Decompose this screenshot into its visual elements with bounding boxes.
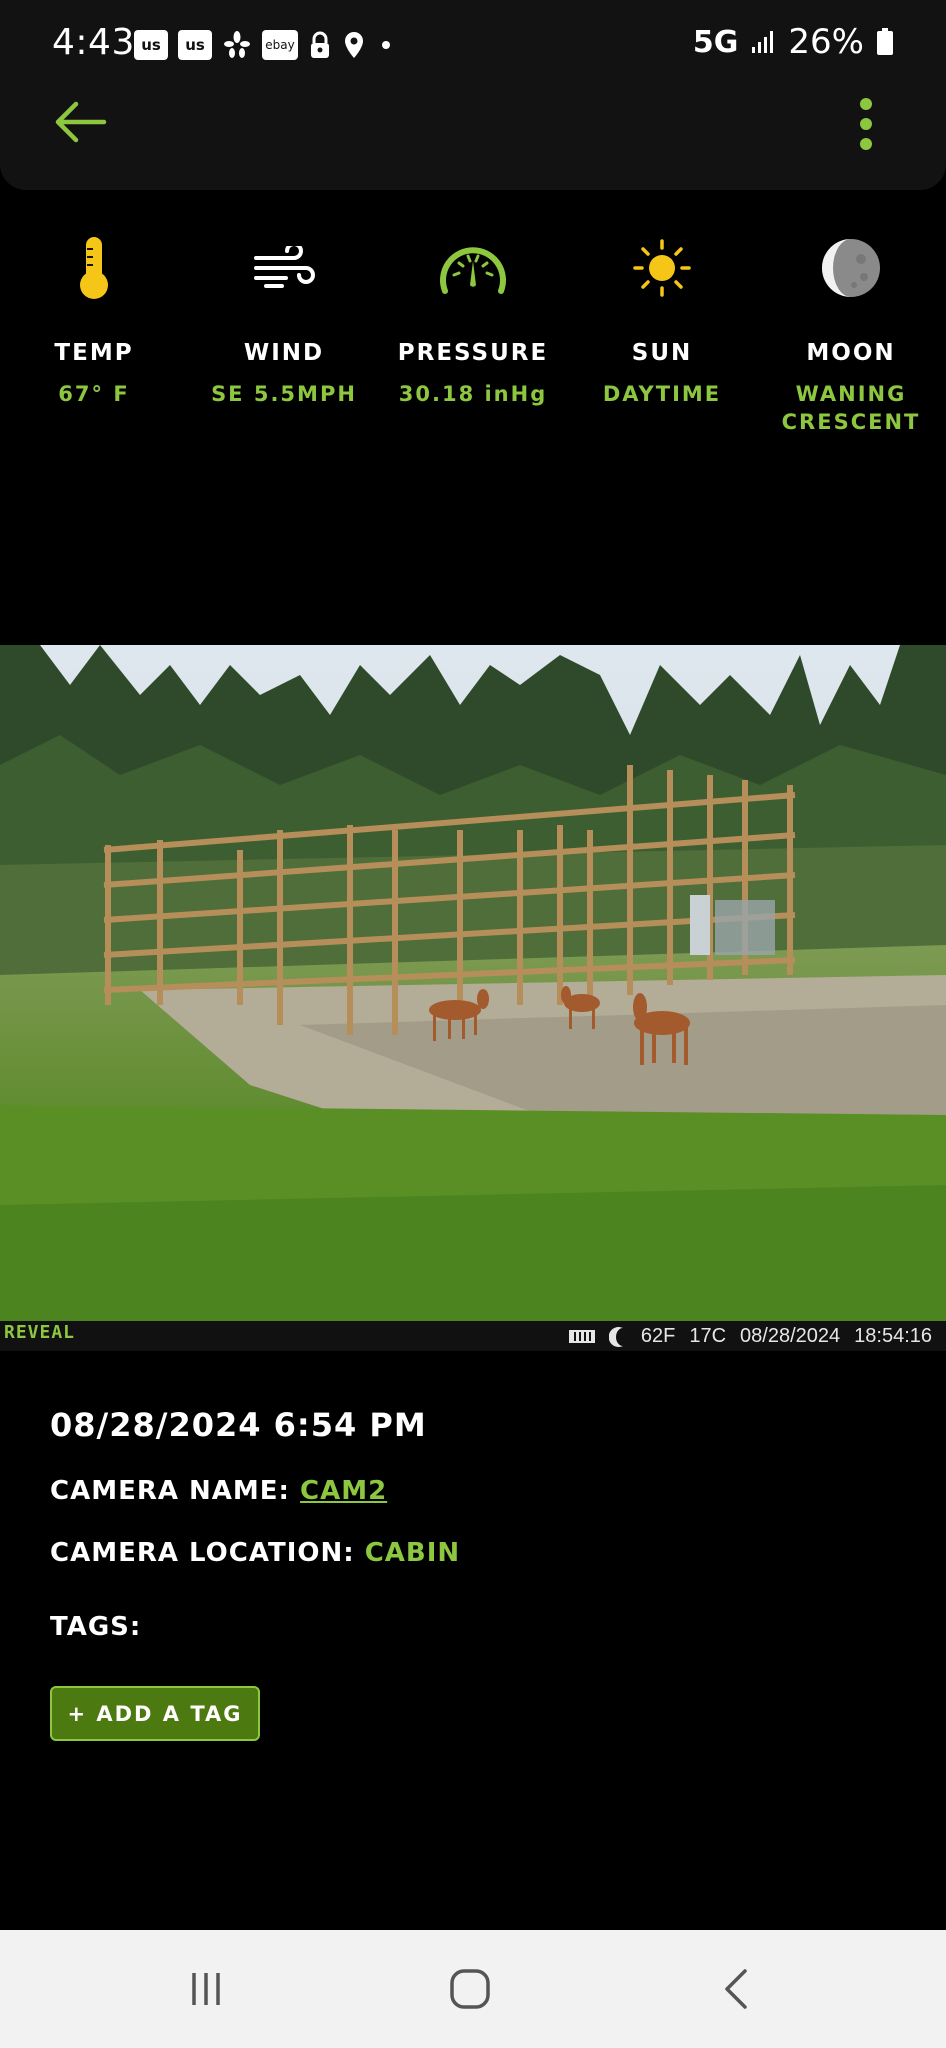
photo-datetime: 08/28/2024 6:54 PM [50, 1406, 427, 1444]
us-news-icon: us [134, 30, 168, 60]
camera-brand-logo: REVEAL [4, 1322, 76, 1343]
ebay-icon: ebay [262, 30, 298, 60]
weather-sun: SUN DAYTIME [567, 232, 757, 408]
status-right: 5G 26% [693, 22, 894, 62]
camera-name-row: CAMERA NAME: CAM2 [50, 1476, 387, 1506]
camera-location-row: CAMERA LOCATION: CABIN [50, 1538, 460, 1568]
system-nav-bar [0, 1930, 946, 2048]
battery-level: 26% [788, 22, 864, 62]
add-tag-button[interactable]: + ADD A TAG [50, 1686, 260, 1741]
home-button[interactable] [430, 1958, 510, 2020]
photo-stamp: 62F 17C 08/28/2024 18:54:16 [568, 1325, 932, 1348]
temp-label: TEMP [54, 340, 134, 366]
thermometer-icon [80, 237, 108, 299]
wind-icon [254, 246, 315, 288]
more-notifications-dot-icon [382, 41, 390, 49]
weather-pressure: PRESSURE 30.18 inHg [378, 232, 568, 408]
yelp-icon [224, 31, 250, 58]
camera-location-label: CAMERA LOCATION: [50, 1538, 355, 1568]
arrow-left-icon [55, 101, 107, 143]
stamp-date: 08/28/2024 [740, 1325, 841, 1347]
trail-camera-photo[interactable] [0, 645, 946, 1321]
weather-wind: WIND SE 5.5MPH [189, 232, 379, 408]
status-bar: 4:43 us us ebay 5G 26% [0, 0, 946, 92]
camera-name-link[interactable]: CAM2 [300, 1476, 387, 1506]
more-options-button[interactable] [848, 94, 884, 154]
weather-temp: TEMP 67° F [0, 232, 189, 408]
photo-scene [0, 645, 946, 1321]
temp-value: 67° F [58, 382, 130, 406]
stamp-time: 18:54:16 [854, 1325, 932, 1347]
recents-button[interactable] [166, 1958, 246, 2020]
battery-icon [877, 28, 893, 55]
notification-icons: us us ebay [134, 30, 396, 60]
moon-label: MOON [806, 340, 896, 366]
recents-icon [192, 1973, 220, 2005]
app-bar [0, 92, 946, 190]
camera-battery-icon [568, 1330, 595, 1343]
lock-icon [311, 31, 329, 58]
pressure-value: 30.18 inHg [398, 382, 548, 406]
stamp-temp-c: 17C [689, 1325, 727, 1347]
gauge-icon [440, 247, 506, 294]
sun-icon [633, 239, 691, 297]
weather-moon: MOON WANING CRESCENT [756, 232, 946, 436]
weather-conditions: TEMP 67° F WIND SE 5.5MPH PRESSURE 30.18… [0, 232, 946, 442]
more-vertical-icon [860, 98, 872, 110]
moon-value: WANING CRESCENT [781, 382, 921, 434]
night-mode-moon-icon [608, 1326, 623, 1347]
camera-location-value: CABIN [364, 1538, 461, 1568]
back-icon [725, 1969, 747, 2009]
camera-name-label: CAMERA NAME: [50, 1476, 290, 1506]
wind-value: SE 5.5MPH [211, 382, 357, 406]
sun-value: DAYTIME [602, 382, 722, 406]
network-type: 5G [692, 24, 739, 60]
location-icon [345, 32, 363, 58]
signal-icon [752, 31, 774, 53]
nav-back-button[interactable] [696, 1958, 776, 2020]
sun-label: SUN [631, 340, 693, 366]
stamp-temp-f: 62F [640, 1325, 676, 1347]
tags-label: TAGS: [50, 1612, 142, 1642]
moon-icon [822, 239, 880, 297]
status-time: 4:43 [52, 22, 135, 63]
wind-label: WIND [243, 340, 325, 366]
back-button[interactable] [50, 96, 110, 148]
us-news-icon-2: us [178, 30, 212, 60]
pressure-label: PRESSURE [397, 340, 549, 366]
home-icon [450, 1969, 490, 2009]
